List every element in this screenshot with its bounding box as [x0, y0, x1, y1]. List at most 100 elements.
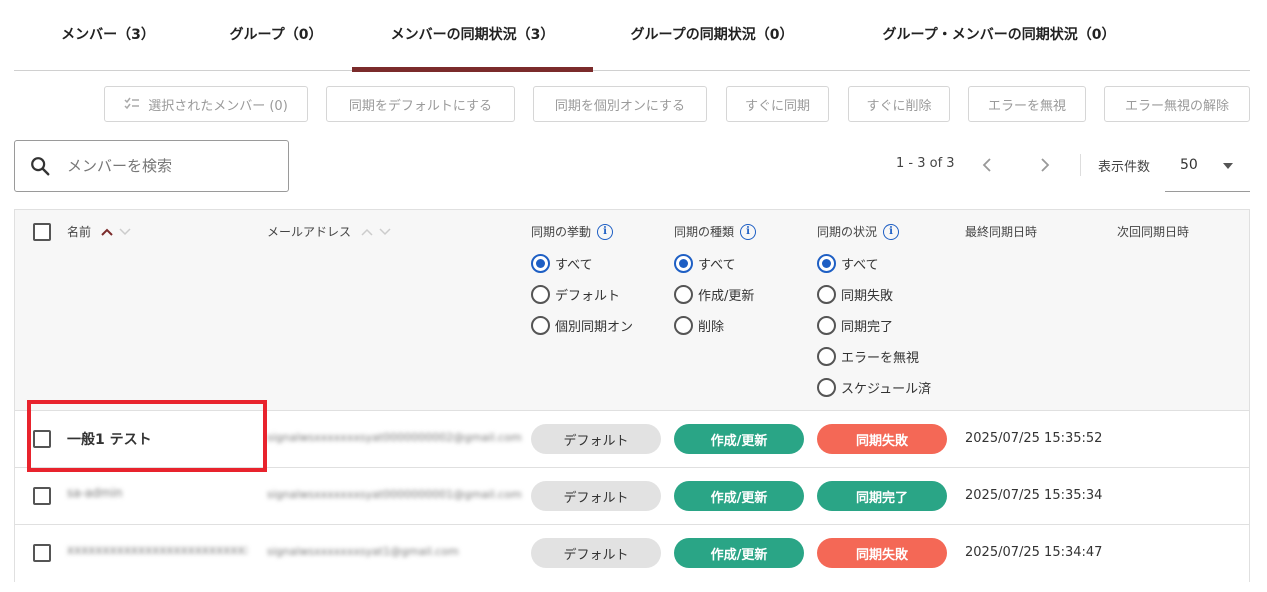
info-icon[interactable]: i [740, 223, 757, 240]
sync-individual-on-button[interactable]: 同期を個別オンにする [533, 86, 707, 122]
radio-type-all[interactable]: すべて [674, 248, 754, 279]
sort-asc-icon[interactable] [101, 228, 113, 236]
radio-label: 同期完了 [841, 320, 894, 335]
radio-status-all[interactable]: すべて [817, 248, 931, 279]
sync-behavior-chip: デフォルト [531, 424, 661, 454]
caret-down-icon [1223, 163, 1233, 169]
sync-status-filter: すべて 同期失敗 同期完了 エラーを無視 スケジュール済 [817, 248, 931, 403]
column-sync-behavior: 同期の挙動 i [531, 223, 614, 240]
radio-label: すべて [841, 258, 879, 273]
delete-now-button[interactable]: すぐに削除 [848, 86, 950, 122]
search-icon [31, 157, 50, 176]
sync-type-chip: 作成/更新 [674, 481, 804, 511]
checklist-icon [124, 97, 140, 112]
next-page-button[interactable] [1032, 152, 1058, 178]
table-row[interactable]: sa-admin signalwsxxxxxxxsyat0000000001@g… [15, 468, 1249, 525]
radio-circle [817, 316, 836, 335]
tab-groups[interactable]: グループ（0） [196, 0, 356, 71]
per-page-label: 表示件数 [1098, 160, 1151, 175]
column-sync-status-label: 同期の状況 [817, 225, 878, 239]
column-email[interactable]: メールアドレス [267, 223, 391, 240]
member-email: signalwsxxxxxxxsyat1@gmail.com [267, 545, 459, 558]
member-search [14, 140, 289, 192]
column-sync-type: 同期の種類 i [674, 223, 757, 240]
radio-label: 削除 [698, 320, 725, 335]
per-page-select[interactable]: 50 [1165, 146, 1250, 192]
radio-type-create-update[interactable]: 作成/更新 [674, 279, 754, 310]
radio-behavior-individual-on[interactable]: 個別同期オン [531, 310, 633, 341]
radio-behavior-all[interactable]: すべて [531, 248, 633, 279]
column-next-sync: 次回同期日時 [1117, 225, 1190, 239]
sync-status-chip: 同期失敗 [817, 538, 947, 568]
radio-circle [817, 254, 836, 273]
last-sync-time: 2025/07/25 15:34:47 [965, 545, 1103, 560]
sync-now-button[interactable]: すぐに同期 [726, 86, 829, 122]
sync-behavior-filter: すべて デフォルト 個別同期オン [531, 248, 633, 341]
per-page-value: 50 [1180, 157, 1198, 173]
column-name[interactable]: 名前 [67, 223, 131, 240]
row-checkbox[interactable] [33, 430, 51, 448]
table-header: 名前 メールアドレス 同期の挙動 i 同期の種類 i 同期の状況 i 最終同期日… [15, 210, 1249, 411]
tab-members[interactable]: メンバー（3） [28, 0, 188, 71]
selected-members-button[interactable]: 選択されたメンバー (0) [104, 86, 308, 122]
radio-circle [817, 378, 836, 397]
radio-type-delete[interactable]: 削除 [674, 310, 754, 341]
member-name: 一般1 テスト [67, 432, 152, 448]
radio-label: デフォルト [555, 289, 621, 304]
chevron-left-icon [982, 158, 991, 172]
radio-circle [531, 316, 550, 335]
sort-desc-icon[interactable] [119, 227, 131, 236]
radio-status-ignore-error[interactable]: エラーを無視 [817, 341, 931, 372]
column-last-sync: 最終同期日時 [965, 225, 1038, 239]
tab-member-sync-status[interactable]: メンバーの同期状況（3） [352, 0, 593, 72]
radio-circle [674, 254, 693, 273]
select-all-checkbox[interactable] [33, 223, 51, 241]
last-sync-time: 2025/07/25 15:35:52 [965, 431, 1103, 446]
radio-status-failed[interactable]: 同期失敗 [817, 279, 931, 310]
tab-bar: メンバー（3） グループ（0） メンバーの同期状況（3） グループの同期状況（0… [14, 0, 1250, 72]
member-email: signalwsxxxxxxxsyat0000000001@gmail.com [267, 488, 522, 501]
radio-label: 個別同期オン [555, 320, 634, 335]
column-sync-type-label: 同期の種類 [674, 225, 735, 239]
radio-status-scheduled[interactable]: スケジュール済 [817, 372, 931, 403]
info-icon[interactable]: i [883, 223, 900, 240]
sync-type-chip: 作成/更新 [674, 538, 804, 568]
search-input[interactable] [67, 157, 267, 175]
radio-behavior-default[interactable]: デフォルト [531, 279, 633, 310]
column-sync-behavior-label: 同期の挙動 [531, 225, 592, 239]
prev-page-button[interactable] [974, 152, 1000, 178]
sort-asc-icon[interactable] [361, 228, 373, 236]
radio-label: すべて [555, 258, 593, 273]
radio-status-completed[interactable]: 同期完了 [817, 310, 931, 341]
sync-status-chip: 同期完了 [817, 481, 947, 511]
table-row[interactable]: 一般1 テスト signalwsxxxxxxxsyat0000000002@gm… [15, 411, 1249, 468]
radio-label: 同期失敗 [841, 289, 894, 304]
radio-label: すべて [698, 258, 736, 273]
radio-circle [674, 316, 693, 335]
pagination-divider [1080, 154, 1081, 176]
member-name: sa-admin [67, 486, 123, 500]
table-row[interactable]: xxxxxxxxxxxxxxxxxxxxxxxxxxxx signalwsxxx… [15, 525, 1249, 582]
unignore-error-button[interactable]: エラー無視の解除 [1104, 86, 1250, 122]
pagination-range: 1 - 3 of 3 [896, 156, 955, 171]
info-icon[interactable]: i [597, 223, 614, 240]
column-email-label: メールアドレス [267, 225, 352, 239]
sync-behavior-chip: デフォルト [531, 481, 661, 511]
row-checkbox[interactable] [33, 544, 51, 562]
sync-behavior-chip: デフォルト [531, 538, 661, 568]
radio-circle [674, 285, 693, 304]
radio-label: 作成/更新 [698, 289, 755, 304]
radio-label: エラーを無視 [841, 351, 920, 366]
row-checkbox[interactable] [33, 487, 51, 505]
sync-default-button[interactable]: 同期をデフォルトにする [326, 86, 515, 122]
selected-members-label: 選択されたメンバー (0) [148, 98, 288, 114]
sort-desc-icon[interactable] [379, 227, 391, 236]
last-sync-time: 2025/07/25 15:35:34 [965, 488, 1103, 503]
radio-circle [817, 285, 836, 304]
radio-label: スケジュール済 [841, 382, 932, 397]
chevron-right-icon [1041, 158, 1050, 172]
tab-group-sync-status[interactable]: グループの同期状況（0） [614, 0, 810, 71]
tab-group-member-sync-status[interactable]: グループ・メンバーの同期状況（0） [854, 0, 1144, 71]
sync-type-filter: すべて 作成/更新 削除 [674, 248, 754, 341]
ignore-error-button[interactable]: エラーを無視 [968, 86, 1086, 122]
